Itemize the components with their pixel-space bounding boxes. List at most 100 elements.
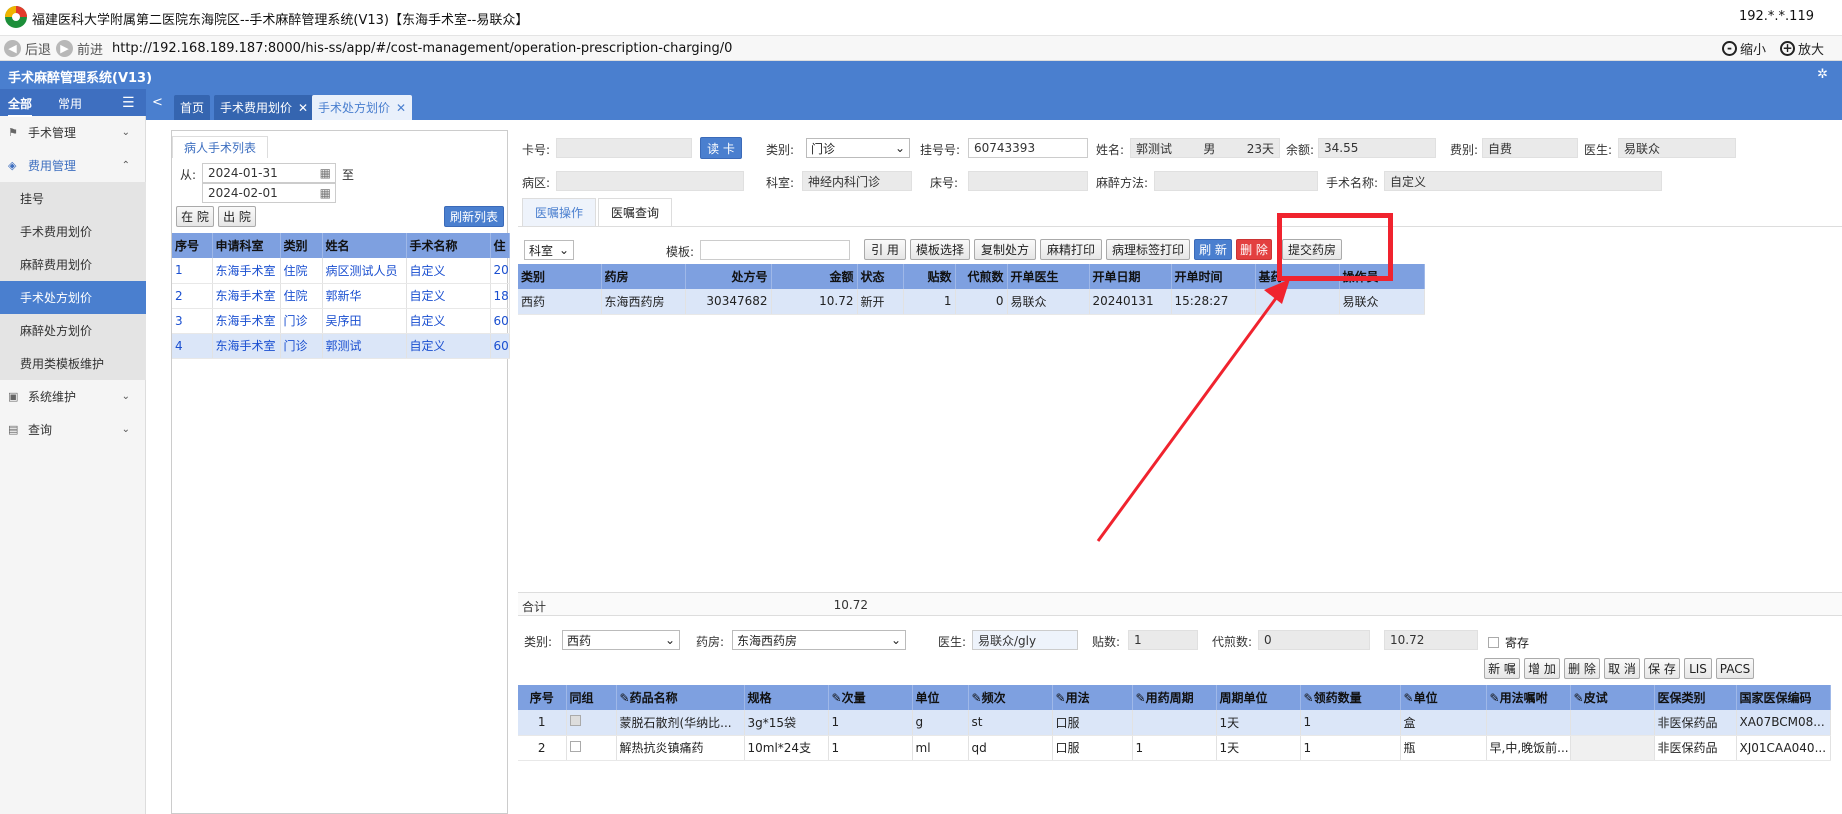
type-label: 类别: xyxy=(766,143,795,157)
deposit-checkbox[interactable]: 寄存 xyxy=(1488,634,1529,651)
col-header: 同组 xyxy=(566,685,617,710)
amount-value: 10.72 xyxy=(1384,630,1478,650)
add-button[interactable]: 增 加 xyxy=(1524,658,1560,679)
back-button[interactable]: ◀ 后退 xyxy=(4,39,52,58)
decoct-value[interactable]: 0 xyxy=(1258,630,1370,650)
detail-type-select[interactable]: 西药 ⌄ xyxy=(562,630,680,650)
lis-button[interactable]: LIS xyxy=(1684,658,1712,679)
menu-toggle-icon[interactable]: ☰ xyxy=(122,95,135,111)
header-label: 用法嘱咐 xyxy=(1499,691,1548,705)
in-hospital-button[interactable]: 在 院 xyxy=(176,206,214,227)
table-row[interactable]: 1 蒙脱石散剂(华纳比... 3g*15袋 1 g st 口服 1天 1 盒 非… xyxy=(518,710,1831,736)
table-row[interactable]: 2 解热抗炎镇痛药 10ml*24支 1 ml qd 口服 1 1天 1 瓶 早… xyxy=(518,735,1831,761)
cell: 易联众 xyxy=(1339,289,1425,315)
checkbox-icon[interactable] xyxy=(1488,637,1499,648)
col-header: 类别 xyxy=(280,233,323,258)
col-header: 医保类别 xyxy=(1654,685,1737,710)
pharmacy-select[interactable]: 东海西药房 ⌄ xyxy=(732,630,906,650)
detail-delete-button[interactable]: 删 除 xyxy=(1564,658,1600,679)
url-bar[interactable]: http://192.168.189.187:8000/his-ss/app/#… xyxy=(112,41,732,56)
group-checkbox[interactable] xyxy=(569,740,581,752)
reg-input[interactable]: 60743393 xyxy=(968,138,1088,158)
sidebar-item-surgery-rx[interactable]: 手术处方划价 xyxy=(0,281,146,314)
chevron-left-icon[interactable]: < xyxy=(152,95,163,110)
tab-surgery-rx[interactable]: 手术处方划价 ✕ xyxy=(312,95,413,120)
cell: 非医保药品 xyxy=(1654,735,1737,761)
pathology-print-button[interactable]: 病理标签打印 xyxy=(1106,239,1190,260)
tab-order-operation[interactable]: 医嘱操作 xyxy=(522,198,597,226)
cell: 1 xyxy=(1300,710,1401,736)
detail-type-label: 类别: xyxy=(524,635,553,649)
zoom-out-button[interactable]: - 缩小 xyxy=(1722,39,1766,58)
close-icon[interactable]: ✕ xyxy=(396,101,406,115)
calendar-icon[interactable]: ▦ xyxy=(320,166,331,180)
type-select[interactable]: 门诊 ⌄ xyxy=(806,138,910,158)
sidebar-item-anes-rx[interactable]: 麻醉处方划价 xyxy=(0,314,146,347)
group-checkbox[interactable] xyxy=(569,715,581,727)
cancel-button[interactable]: 取 消 xyxy=(1604,658,1640,679)
forward-button[interactable]: ▶ 前进 xyxy=(56,39,103,58)
save-button[interactable]: 保 存 xyxy=(1644,658,1680,679)
card-input[interactable] xyxy=(556,138,692,158)
out-hospital-button[interactable]: 出 院 xyxy=(218,206,256,227)
col-header: 规格 xyxy=(744,685,829,710)
calendar-icon[interactable]: ▦ xyxy=(320,186,331,200)
type-value: 门诊 xyxy=(811,141,836,156)
copy-rx-button[interactable]: 复制处方 xyxy=(974,239,1036,260)
sidebar-item-anes-fee[interactable]: 麻醉费用划价 xyxy=(0,248,146,281)
col-header: ✎用药周期 xyxy=(1132,685,1217,710)
template-label: 模板: xyxy=(666,245,695,259)
menu-system[interactable]: ▣ 系统维护 ⌄ xyxy=(0,380,146,413)
tab-order-query[interactable]: 医嘱查询 xyxy=(598,198,673,226)
zoom-out-label: 缩小 xyxy=(1740,43,1767,58)
col-header: 开单医生 xyxy=(1007,264,1090,289)
patient-list-panel: 病人手术列表 从: 2024-01-31 ▦ 至 2024-02-01 ▦ 在 院 … xyxy=(171,130,510,814)
table-row-selected[interactable]: 西药 东海西药房 30347682 10.72 新开 1 0 易联众 20240… xyxy=(518,289,1425,315)
cell: 1天 xyxy=(1216,710,1301,736)
template-input[interactable] xyxy=(700,240,850,260)
back-label: 后退 xyxy=(25,42,52,58)
refresh-button[interactable]: 刷 新 xyxy=(1194,239,1232,260)
date-to-input[interactable]: 2024-02-01 ▦ xyxy=(202,183,336,203)
header-label: 用法 xyxy=(1065,691,1090,705)
menu-fee[interactable]: ◈ 费用管理 ⌃ xyxy=(0,149,146,182)
cell: 20 xyxy=(490,258,510,284)
col-header: 序号 xyxy=(518,685,567,710)
cell: 吴序田 xyxy=(322,308,407,334)
quote-button[interactable]: 引 用 xyxy=(864,239,906,260)
detail-doctor-label: 医生: xyxy=(938,635,967,649)
cell: 0 xyxy=(955,289,1008,315)
tab-surgery-fee[interactable]: 手术费用划价 ✕ xyxy=(214,95,315,120)
tab-home[interactable]: 首页 xyxy=(174,95,211,120)
table-row[interactable]: 1 东海手术室 住院 病区测试人员 自定义 20 xyxy=(172,258,510,284)
dept-select[interactable]: 科室 ⌄ xyxy=(524,240,574,260)
zoom-in-button[interactable]: + 放大 xyxy=(1780,39,1824,58)
pacs-button[interactable]: PACS xyxy=(1716,658,1754,679)
ward-label: 病区: xyxy=(522,176,551,190)
refresh-list-button[interactable]: 刷新列表 xyxy=(444,206,504,227)
chevron-up-icon: ⌃ xyxy=(121,160,130,171)
sidebar-item-fee-template[interactable]: 费用类模板维护 xyxy=(0,347,146,380)
table-row[interactable]: 3 东海手术室 门诊 吴序田 自定义 60 xyxy=(172,308,510,334)
edit-icon: ✎ xyxy=(831,691,842,705)
read-card-button[interactable]: 读 卡 xyxy=(700,137,742,159)
tab-all[interactable]: 全部 xyxy=(8,95,33,117)
fee-type-value: 自费 xyxy=(1482,138,1578,158)
settings-icon[interactable]: ✲ xyxy=(1817,67,1828,82)
menu-surgery[interactable]: ⚑ 手术管理 ⌄ xyxy=(0,116,146,149)
close-icon[interactable]: ✕ xyxy=(298,101,308,115)
sidebar-item-surgery-fee[interactable]: 手术费用划价 xyxy=(0,215,146,248)
narcotic-print-button[interactable]: 麻精打印 xyxy=(1040,239,1102,260)
delete-button[interactable]: 删 除 xyxy=(1236,239,1272,260)
date-from-input[interactable]: 2024-01-31 ▦ xyxy=(202,163,336,183)
new-order-button[interactable]: 新 嘱 xyxy=(1484,658,1520,679)
tab-common[interactable]: 常用 xyxy=(58,95,82,112)
cell: 东海西药房 xyxy=(601,289,686,315)
table-row[interactable]: 2 东海手术室 住院 郭新华 自定义 18 xyxy=(172,283,510,309)
menu-query[interactable]: ▤ 查询 ⌄ xyxy=(0,413,146,446)
sidebar-item-register[interactable]: 挂号 xyxy=(0,182,146,215)
table-row-selected[interactable]: 4 东海手术室 门诊 郭测试 自定义 60 xyxy=(172,333,510,359)
template-select-button[interactable]: 模板选择 xyxy=(910,239,970,260)
detail-doctor-value[interactable]: 易联众/gly xyxy=(972,630,1078,650)
patch-value[interactable]: 1 xyxy=(1128,630,1198,650)
